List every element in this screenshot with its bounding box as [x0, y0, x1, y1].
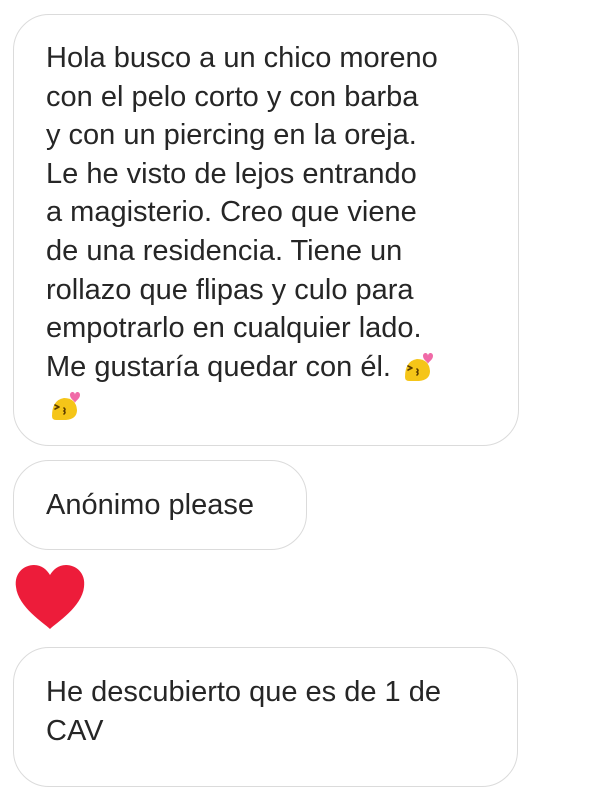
message-line: y con un piercing en la oreja. [46, 119, 417, 152]
message-line: de una residencia. Tiene un [46, 234, 403, 267]
kissing-face-heart-emoji-icon [52, 391, 80, 420]
kissing-face-heart-emoji-icon [405, 353, 434, 382]
message-line: rollazo que flipas y culo para [46, 273, 414, 306]
message-bubble-1[interactable]: Hola busco a un chico moreno con el pelo… [13, 14, 519, 446]
message-line-with-emoji: Me gustaría quedar con él. [46, 348, 518, 387]
message-line: Me gustaría quedar con él. [46, 350, 391, 383]
message-bubble-3[interactable]: He descubierto que es de 1 de CAV [13, 647, 518, 787]
message-line: Hola busco a un chico moreno [46, 42, 438, 74]
message-line: con el pelo corto y con barba [46, 80, 419, 113]
message-line: Le he visto de lejos entrando [46, 157, 417, 190]
heart-icon[interactable] [14, 565, 86, 631]
message-line: Anónimo please [46, 489, 254, 521]
message-line-emoji [46, 386, 518, 425]
message-line: He descubierto que es de 1 de [46, 676, 441, 708]
message-line: a magisterio. Creo que viene [46, 196, 417, 229]
message-line: CAV [46, 714, 104, 747]
message-bubble-2[interactable]: Anónimo please [13, 460, 307, 550]
message-line: empotrarlo en cualquier lado. [46, 312, 422, 345]
